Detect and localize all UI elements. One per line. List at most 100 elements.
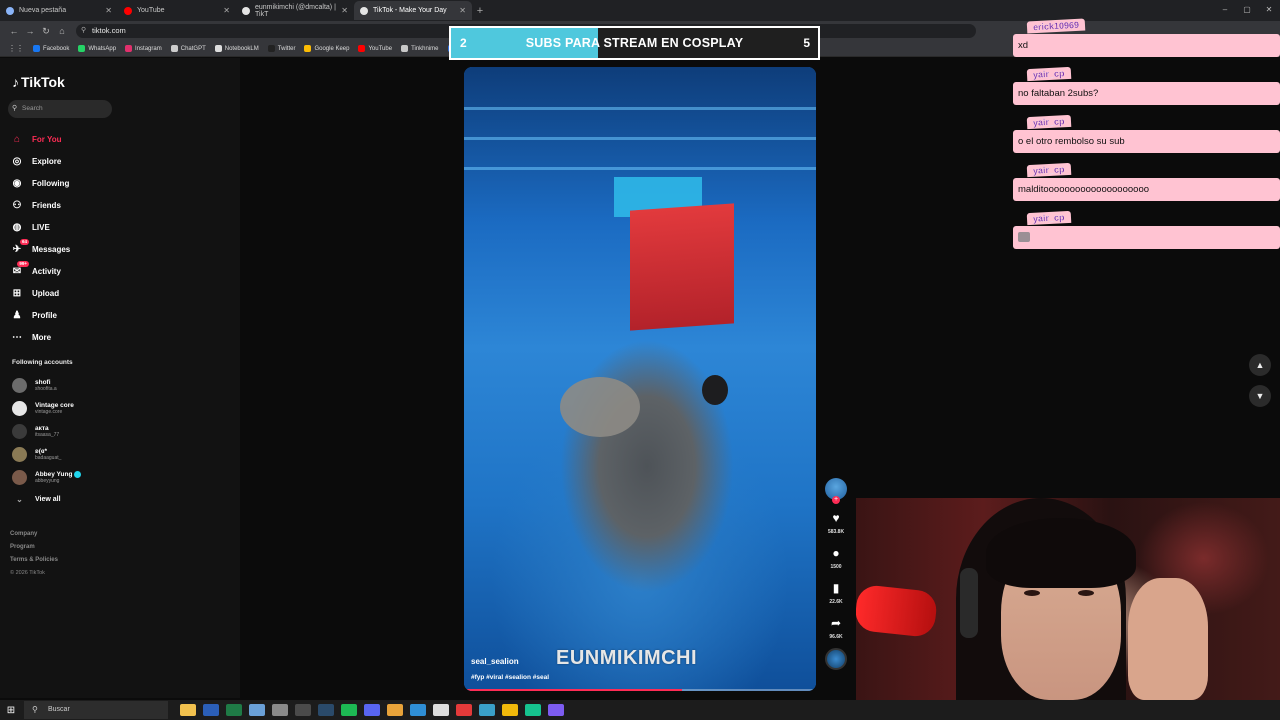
- close-tab-icon[interactable]: ✕: [223, 6, 230, 15]
- reload-icon[interactable]: ↻: [38, 26, 54, 37]
- share-button[interactable]: ➦ 96.6K: [822, 613, 850, 640]
- nav-item-following[interactable]: ◉ Following: [10, 172, 70, 194]
- site-info-icon[interactable]: ⚲: [81, 24, 86, 38]
- previous-video-button[interactable]: ▲: [1249, 354, 1271, 376]
- following-account[interactable]: ʚ(ɞ* badaaguat_: [12, 443, 81, 466]
- opera-icon[interactable]: [455, 704, 472, 716]
- sound-button[interactable]: [822, 648, 850, 670]
- nav-item-label: Upload: [32, 288, 60, 298]
- spotify-icon[interactable]: [340, 704, 357, 716]
- back-icon[interactable]: ←: [6, 26, 22, 36]
- nav-item-for-you[interactable]: ⌂ For You: [10, 128, 70, 150]
- discord-icon[interactable]: [363, 704, 380, 716]
- nav-item-messages[interactable]: ✈ 64 Messages: [10, 238, 70, 260]
- excel-icon[interactable]: [225, 704, 242, 716]
- close-tab-icon[interactable]: ✕: [105, 6, 112, 15]
- like-button[interactable]: ♥ 583.8K: [822, 508, 850, 535]
- search-input[interactable]: ⚲ Search: [8, 100, 112, 118]
- browser-tab[interactable]: YouTube ✕: [118, 1, 236, 20]
- forward-icon[interactable]: →: [22, 26, 38, 36]
- more-icon: ⋯: [12, 331, 22, 343]
- nav-item-friends[interactable]: ⚇ Friends: [10, 194, 70, 216]
- steam-icon[interactable]: [317, 704, 334, 716]
- tab-title: Nueva pestaña: [19, 7, 67, 14]
- tiktok-logo[interactable]: ♪ TikTok: [12, 74, 65, 90]
- video-hashtags[interactable]: #fyp #viral #sealion #seal: [471, 674, 549, 681]
- bookmark-item[interactable]: WhatsApp: [78, 45, 116, 52]
- bookmark-item[interactable]: ChatGPT: [170, 45, 206, 52]
- cat-emote-icon: [1018, 232, 1030, 243]
- footer-link[interactable]: Program: [10, 541, 58, 554]
- save-count: 22.6K: [829, 599, 843, 605]
- next-video-button[interactable]: ▼: [1249, 385, 1271, 407]
- taskbar-apps: [176, 704, 567, 716]
- nav-item-live[interactable]: ◍ LIVE: [10, 216, 70, 238]
- following-account[interactable]: Abbey Yung abbeyyung: [12, 466, 82, 489]
- video-player[interactable]: EUNMIKIMCHI seal_sealion #fyp #viral #se…: [464, 67, 816, 691]
- browser-tab[interactable]: Nueva pestaña ✕: [0, 1, 118, 20]
- obs-icon[interactable]: [294, 704, 311, 716]
- comment-icon: ●: [832, 546, 840, 560]
- chat-username: yair_cp: [1026, 66, 1071, 82]
- nav-item-label: Explore: [32, 156, 62, 166]
- follow-plus-icon[interactable]: +: [832, 496, 840, 504]
- capcut-icon[interactable]: [432, 704, 449, 716]
- footer-link[interactable]: Terms & Policies: [10, 554, 58, 567]
- close-tab-icon[interactable]: ✕: [459, 6, 466, 15]
- bookmark-item[interactable]: Instagram: [125, 45, 162, 52]
- file-explorer-icon[interactable]: [179, 704, 196, 716]
- browser-icon[interactable]: [478, 704, 495, 716]
- save-button[interactable]: ▮ 22.6K: [822, 578, 850, 605]
- bookmark-item[interactable]: Twitter: [267, 45, 296, 52]
- following-account[interactable]: Vintage core vintage.core: [12, 397, 81, 420]
- nav-item-explore[interactable]: ◎ Explore: [10, 150, 70, 172]
- screen: Nueva pestaña ✕ YouTube ✕ eunmikimchi (@dmca…: [0, 0, 1280, 720]
- edge-icon[interactable]: [409, 704, 426, 716]
- taskbar-search-input[interactable]: ⚲ Buscar: [24, 701, 168, 719]
- sidebar-footer: Company Program Terms & Policies © 2026 Tik…: [10, 528, 58, 580]
- browser-tab[interactable]: eunmikimchi (@dmcalta) | TikT ✕: [236, 1, 354, 20]
- chrome-icon[interactable]: [386, 704, 403, 716]
- sub-goal-bar: 2 SUBS PARA STREAM EN COSPLAY 5: [449, 26, 820, 60]
- home-icon[interactable]: ⌂: [54, 26, 70, 36]
- app-icon[interactable]: [524, 704, 541, 716]
- close-tab-icon[interactable]: ✕: [341, 6, 348, 15]
- new-tab-button[interactable]: +: [472, 5, 488, 17]
- nav-item-more[interactable]: ⋯ More: [10, 326, 70, 348]
- nav-item-profile[interactable]: ♟ Profile: [10, 304, 70, 326]
- bookmark-item[interactable]: Tinkhnime: [401, 45, 439, 52]
- bookmark-favicon-icon: [214, 45, 222, 52]
- following-account[interactable]: shofi shoofita.a: [12, 374, 81, 397]
- compass-icon: ◎: [12, 155, 22, 167]
- notes-icon[interactable]: [248, 704, 265, 716]
- chat-text-content: o el otro rembolso su sub: [1018, 136, 1125, 147]
- bookmark-label: Twitter: [277, 45, 296, 52]
- apps-icon[interactable]: ⋮⋮: [8, 44, 24, 53]
- view-all-button[interactable]: ⌄ View all: [12, 489, 81, 509]
- nav-item-upload[interactable]: ⊞ Upload: [10, 282, 70, 304]
- account-name: ʚ(ɞ*: [35, 448, 48, 455]
- footer-link[interactable]: Company: [10, 528, 58, 541]
- author-avatar-button[interactable]: +: [822, 478, 850, 504]
- taskbar-search-placeholder: Buscar: [48, 706, 70, 713]
- comment-button[interactable]: ● 1500: [822, 543, 850, 570]
- windows-start-icon[interactable]: ⊞: [0, 705, 22, 716]
- binance-icon[interactable]: [501, 704, 518, 716]
- tiktok-note-icon: ♪: [12, 74, 19, 90]
- video-progress-bar[interactable]: [464, 689, 816, 691]
- bookmark-item[interactable]: NotebookLM: [214, 45, 259, 52]
- chat-text-content: malditoooooooooooooooooooo: [1018, 184, 1150, 195]
- chat-text-content: xd: [1018, 40, 1029, 51]
- video-author[interactable]: seal_sealion: [471, 657, 519, 666]
- bookmark-item[interactable]: YouTube: [358, 45, 392, 52]
- calculator-icon[interactable]: [271, 704, 288, 716]
- bookmark-item[interactable]: Google Keep: [304, 45, 349, 52]
- nav-item-activity[interactable]: ✉ 99+ Activity: [10, 260, 70, 282]
- bookmark-label: Facebook: [43, 45, 70, 52]
- app-icon-2[interactable]: [547, 704, 564, 716]
- word-icon[interactable]: [202, 704, 219, 716]
- following-account[interactable]: акта itsaasa_77: [12, 420, 81, 443]
- nav-item-label: Friends: [32, 200, 61, 210]
- browser-tab[interactable]: TikTok - Make Your Day ✕: [354, 1, 472, 20]
- bookmark-item[interactable]: Facebook: [33, 45, 69, 52]
